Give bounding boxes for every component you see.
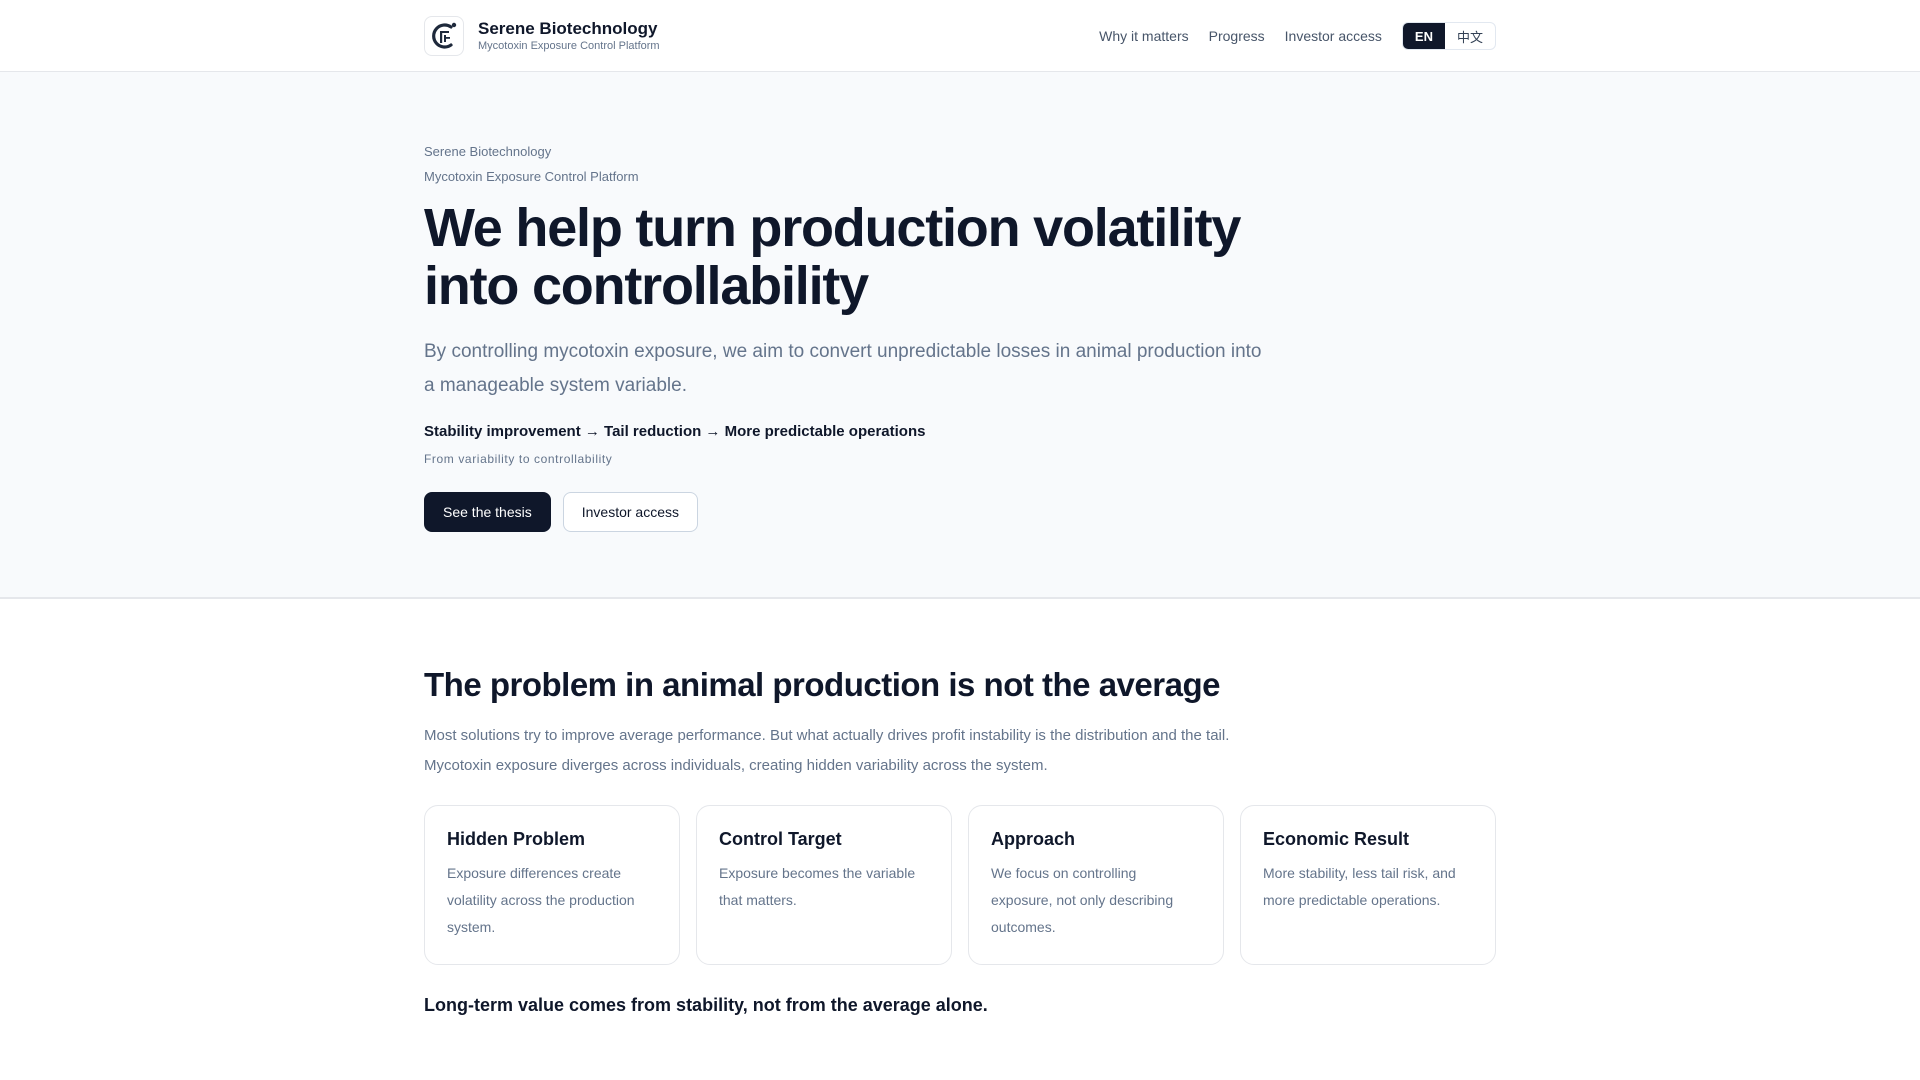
lang-en-button[interactable]: EN: [1402, 23, 1445, 49]
hero-eyebrow-company: Serene Biotechnology: [424, 144, 552, 159]
investor-access-button[interactable]: Investor access: [562, 492, 698, 532]
card-title: Control Target: [719, 829, 842, 849]
problem-description-2: Mycotoxin exposure diverges across indiv…: [424, 757, 1048, 774]
card-economic-result: Economic Result More stability, less tai…: [1240, 805, 1496, 965]
nav-why-it-matters[interactable]: Why it matters: [1099, 28, 1188, 44]
hero-eyebrow-platform: Mycotoxin Exposure Control Platform: [424, 169, 639, 184]
main-nav: Why it matters Progress Investor access …: [1099, 22, 1496, 50]
problem-description-1: Most solutions try to improve average pe…: [424, 727, 1230, 744]
card-title: Approach: [991, 829, 1076, 849]
problem-title: The problem in animal production is not …: [424, 666, 1220, 703]
hero-lead: By controlling mycotoxin exposure, we ai…: [424, 341, 1262, 396]
card-text: We focus on controlling exposure, not on…: [991, 865, 1174, 935]
brand-name: Serene Biotechnology: [478, 19, 658, 38]
closing-statement: Long-term value comes from stability, no…: [424, 995, 988, 1015]
card-text: Exposure becomes the variable that matte…: [719, 865, 916, 908]
card-title: Economic Result: [1263, 829, 1410, 849]
hero-title: We help turn production volatility into …: [424, 198, 1241, 316]
brand[interactable]: Serene Biotechnology Mycotoxin Exposure …: [424, 16, 660, 56]
card-control-target: Control Target Exposure becomes the vari…: [696, 805, 952, 965]
card-text: Exposure differences create volatility a…: [447, 865, 635, 935]
hero-actions: See the thesis Investor access: [424, 492, 1496, 532]
problem-cards: Hidden Problem Exposure differences crea…: [424, 805, 1496, 965]
hero-section: Serene Biotechnology Mycotoxin Exposure …: [0, 72, 1920, 599]
problem-section: The problem in animal production is not …: [0, 599, 1920, 1016]
card-title: Hidden Problem: [447, 829, 586, 849]
card-text: More stability, less tail risk, and more…: [1263, 865, 1456, 908]
language-switcher: EN 中文: [1401, 22, 1496, 50]
card-approach: Approach We focus on controlling exposur…: [968, 805, 1224, 965]
value-chain: Stability improvement → Tail reduction →…: [424, 423, 926, 440]
see-thesis-button[interactable]: See the thesis: [424, 492, 551, 532]
company-logo-icon: [424, 16, 464, 56]
brand-subtitle: Mycotoxin Exposure Control Platform: [478, 40, 660, 52]
nav-investor-access[interactable]: Investor access: [1285, 28, 1382, 44]
lang-zh-button[interactable]: 中文: [1445, 23, 1495, 49]
nav-progress[interactable]: Progress: [1209, 28, 1265, 44]
value-chain-subtitle: From variability to controllability: [424, 452, 613, 466]
card-hidden-problem: Hidden Problem Exposure differences crea…: [424, 805, 680, 965]
site-header: Serene Biotechnology Mycotoxin Exposure …: [0, 0, 1920, 72]
